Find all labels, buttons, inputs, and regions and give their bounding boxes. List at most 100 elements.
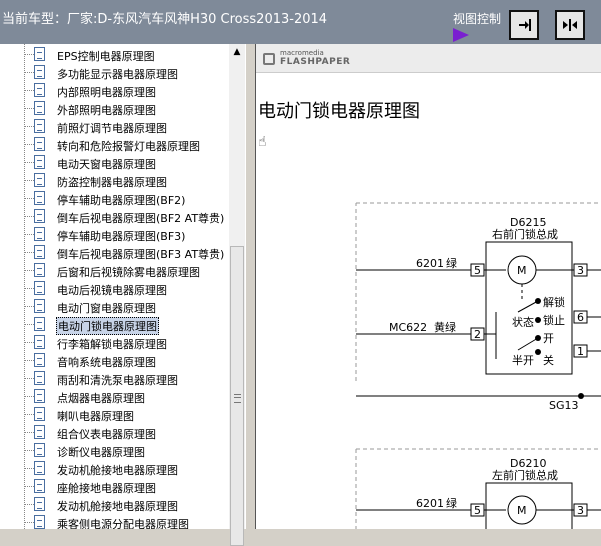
tree-item[interactable]: 停车辅助电器原理图(BF3) — [22, 226, 232, 244]
tree-item[interactable]: 座舱接地电器原理图 — [22, 478, 232, 496]
view-control-arrow-icon — [453, 28, 469, 42]
tree-item-label: 雨刮和清洗泵电器原理图 — [57, 374, 178, 387]
document-icon — [34, 101, 45, 115]
tree-connector — [25, 486, 34, 487]
tree-item-label: 电动天窗电器原理图 — [57, 158, 156, 171]
tree-item[interactable]: 前照灯调节电器原理图 — [22, 118, 232, 136]
sidebar-tree[interactable]: EPS控制电器原理图 多功能显示器电器原理图内部照明电器原理图 外部照明电器原理图前… — [0, 44, 246, 529]
tree-item-label: 防盗控制器电器原理图 — [57, 176, 167, 189]
lower-name: 左前门锁总成 — [492, 468, 558, 482]
document-icon — [34, 443, 45, 457]
tree-item[interactable]: 内部照明电器原理图 — [22, 82, 232, 100]
tree-item[interactable]: 雨刮和清洗泵电器原理图 — [22, 370, 232, 388]
document-icon — [34, 353, 45, 367]
tree-connector — [25, 414, 34, 415]
tree-item[interactable]: 点烟器电器原理图 — [22, 388, 232, 406]
tree-item[interactable]: 音响系统电器原理图 — [22, 352, 232, 370]
tree-item[interactable]: 行李箱解锁电器原理图 — [22, 334, 232, 352]
tree-item-label: 乘客侧电源分配电器原理图 — [57, 518, 189, 529]
document-icon — [34, 371, 45, 385]
tree-item-label: 组合仪表电器原理图 — [57, 428, 156, 441]
tree-item-label: 音响系统电器原理图 — [57, 356, 156, 369]
pane-splitter[interactable] — [245, 44, 255, 529]
tree-connector — [25, 270, 34, 271]
upper-close-label: 关 — [543, 353, 554, 367]
tree-item[interactable]: 电动门窗电器原理图 — [22, 298, 232, 316]
tree-item[interactable]: 后窗和后视镜除雾电器原理图 — [22, 262, 232, 280]
tree-connector — [25, 108, 34, 109]
tree-item-label: 行李箱解锁电器原理图 — [57, 338, 167, 351]
tree-item-label: 前照灯调节电器原理图 — [57, 122, 167, 135]
upper-wire2-color: 黄绿 — [434, 320, 456, 334]
tree-item[interactable]: 电动门锁电器原理图 — [22, 316, 232, 335]
document-icon — [34, 389, 45, 403]
tree-connector — [25, 504, 34, 505]
lower-pin-5: 5 — [474, 504, 481, 517]
tree-item-label: 发动机舱接地电器原理图 — [57, 464, 178, 477]
tree-item[interactable]: 电动后视镜电器原理图 — [22, 280, 232, 298]
tree-connector — [25, 378, 34, 379]
upper-wire1: 6201 — [416, 257, 444, 270]
tree-item-label: 停车辅助电器原理图(BF2) — [57, 194, 186, 207]
scrollbar-thumb[interactable] — [230, 246, 244, 546]
upper-pin-3: 3 — [577, 264, 584, 277]
split-arrows-icon — [563, 19, 577, 31]
tree-item-label: 座舱接地电器原理图 — [57, 482, 156, 495]
tree-item[interactable]: 发动机舱接地电器原理图 — [22, 496, 232, 514]
tree-item[interactable]: 电动天窗电器原理图 — [22, 154, 232, 172]
tree-connector — [25, 396, 34, 397]
flashpaper-toolbar: macromedia FLASHPAPER — [256, 44, 601, 73]
tree-item[interactable]: 外部照明电器原理图 — [22, 100, 232, 118]
upper-motor-label: M — [517, 264, 527, 277]
document-icon — [34, 191, 45, 205]
tree-connector — [25, 468, 34, 469]
tree-item[interactable]: 喇叭电器原理图 — [22, 406, 232, 424]
tree-item-label: 点烟器电器原理图 — [57, 392, 145, 405]
document-icon — [34, 461, 45, 475]
upper-wire1-color: 绿 — [446, 256, 457, 270]
brand-top: macromedia — [280, 49, 324, 57]
tree-connector — [25, 144, 34, 145]
document-icon — [34, 65, 45, 79]
tree-item[interactable]: 停车辅助电器原理图(BF2) — [22, 190, 232, 208]
tree-item[interactable]: 倒车后视电器原理图(BF3 AT尊贵) — [22, 244, 232, 262]
upper-unlock-label: 解锁 — [543, 295, 565, 309]
document-icon — [34, 119, 45, 133]
tree-connector — [25, 54, 34, 55]
tree-item[interactable]: 诊断仪电器原理图 — [22, 442, 232, 460]
tree-item[interactable]: 乘客侧电源分配电器原理图 — [22, 514, 232, 529]
tree-item[interactable]: 发动机舱接地电器原理图 — [22, 460, 232, 478]
tree-item-label: 停车辅助电器原理图(BF3) — [57, 230, 186, 243]
tree-item[interactable]: EPS控制电器原理图 — [22, 46, 232, 64]
scroll-up-icon[interactable]: ▲ — [229, 44, 245, 60]
tree-item-label: 内部照明电器原理图 — [57, 86, 156, 99]
tree-connector — [25, 360, 34, 361]
split-view-button[interactable] — [555, 10, 585, 40]
arrow-right-bar-icon — [519, 19, 531, 31]
tree-item[interactable]: 防盗控制器电器原理图 — [22, 172, 232, 190]
wiring-diagram: D6215 右前门锁总成 6201 绿 5 M 3 解锁 状态 锁止 6 MC6… — [355, 202, 601, 529]
flashpaper-logo-icon — [263, 53, 275, 65]
tree-item[interactable]: 转向和危险报警灯电器原理图 — [22, 136, 232, 154]
lower-pin-3: 3 — [577, 504, 584, 517]
grip-icon — [234, 394, 241, 403]
sidebar-scrollbar[interactable]: ▲ — [229, 44, 245, 546]
expand-right-button[interactable] — [509, 10, 539, 40]
document-icon — [34, 83, 45, 97]
tree-item[interactable]: 组合仪表电器原理图 — [22, 424, 232, 442]
tree-connector — [25, 198, 34, 199]
tree-item[interactable]: 倒车后视电器原理图(BF2 AT尊贵) — [22, 208, 232, 226]
tree-item[interactable]: 多功能显示器电器原理图 — [22, 64, 232, 82]
ground-label: SG13 — [549, 399, 579, 412]
document-viewer[interactable]: macromedia FLASHPAPER 电动门锁电器原理图 ☝ D6215 … — [255, 44, 601, 529]
tree-item-label: EPS控制电器原理图 — [57, 50, 155, 63]
tree-item-label: 倒车后视电器原理图(BF3 AT尊贵) — [57, 248, 225, 261]
tree-connector — [25, 306, 34, 307]
tree-connector — [25, 450, 34, 451]
tree-item-label: 诊断仪电器原理图 — [57, 446, 145, 459]
tree-item-label: 电动门窗电器原理图 — [57, 302, 156, 315]
tree-item-label: 后窗和后视镜除雾电器原理图 — [57, 266, 200, 279]
tree-connector — [25, 162, 34, 163]
tree-item-label: 电动门锁电器原理图 — [56, 317, 159, 335]
document-icon — [34, 299, 45, 313]
